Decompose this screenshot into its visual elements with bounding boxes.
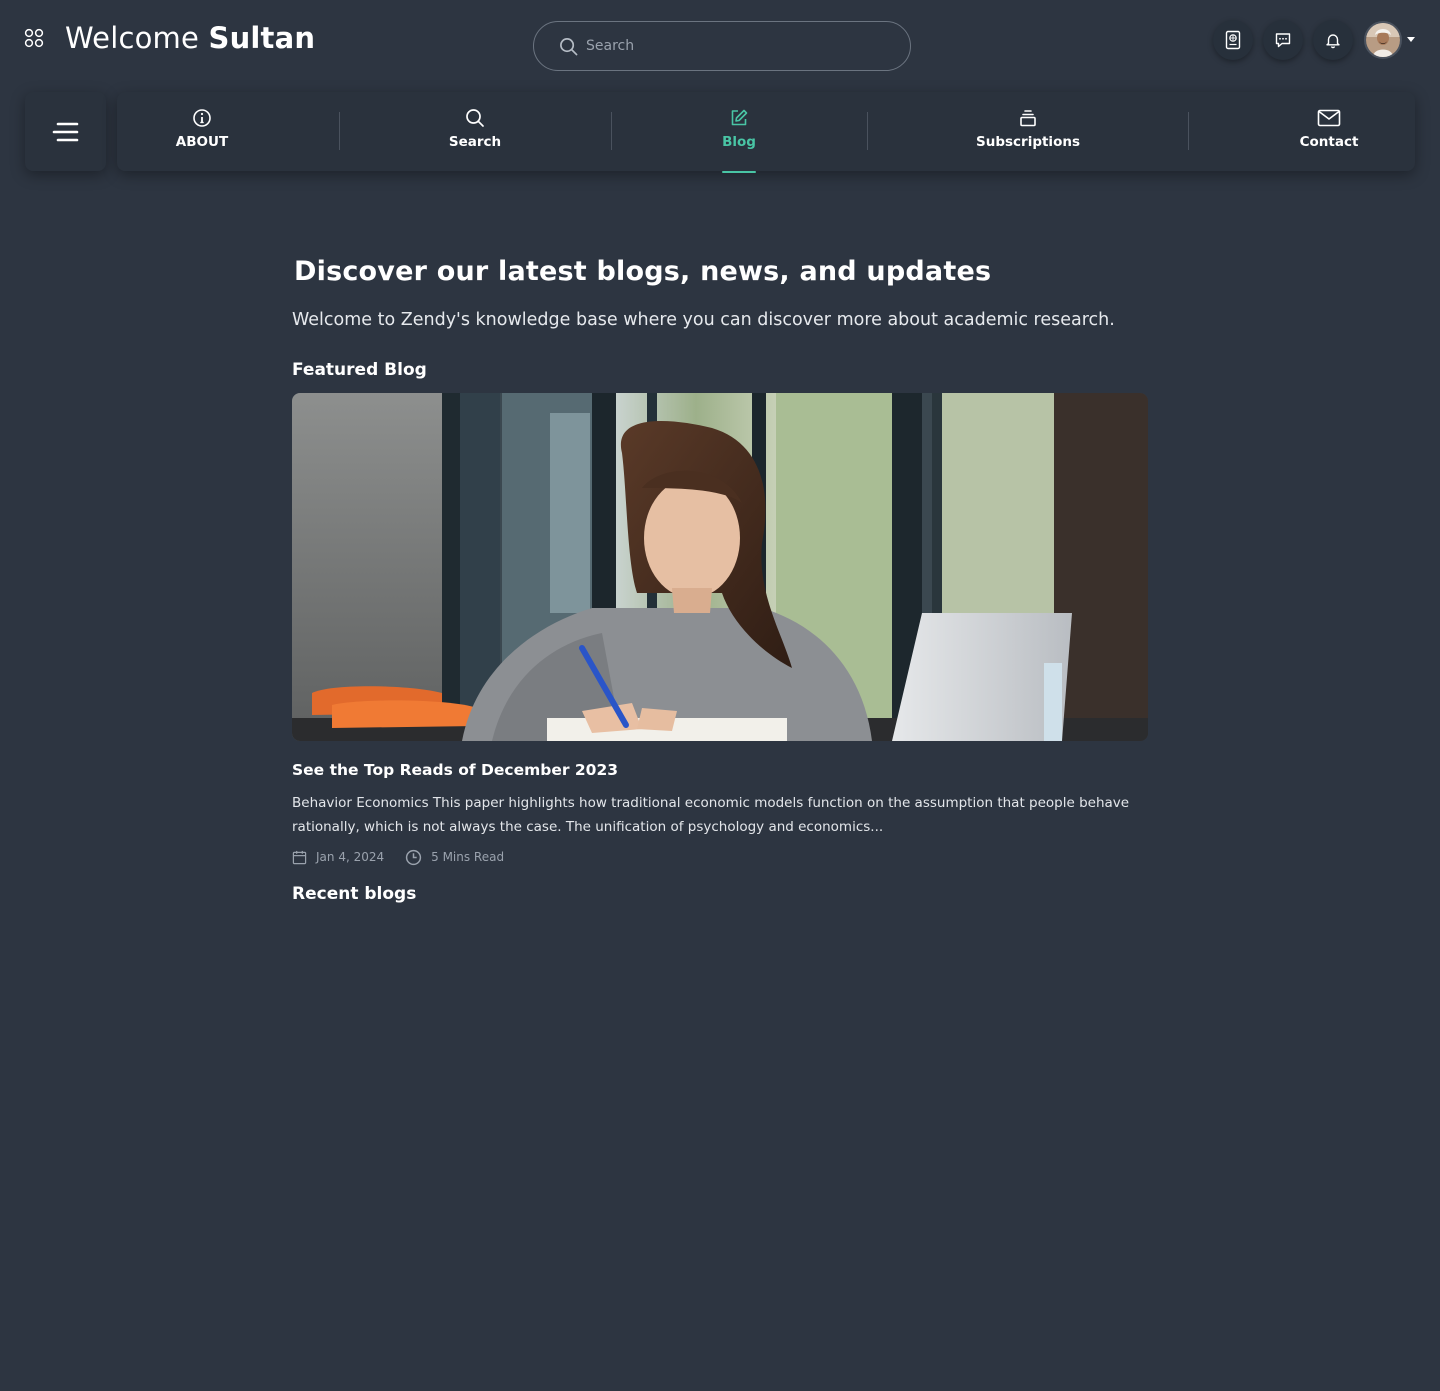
chat-icon — [1275, 33, 1291, 48]
nav-label-contact: Contact — [1299, 134, 1359, 150]
page-title: Discover our latest blogs, news, and upd… — [294, 256, 992, 287]
nav-item-subscriptions[interactable]: Subscriptions — [973, 92, 1083, 171]
nav-divider — [1188, 112, 1189, 150]
search-icon — [560, 38, 578, 56]
welcome-title: Welcome Sultan — [65, 18, 315, 58]
active-tab-indicator — [722, 171, 756, 173]
read-time: 5 Mins Read — [431, 850, 505, 864]
nav-label-about: ABOUT — [175, 134, 229, 150]
nav-item-contact[interactable]: Contact — [1289, 92, 1369, 171]
nav-item-about[interactable]: ABOUT — [162, 92, 242, 171]
nav-divider — [611, 112, 612, 150]
top-bar: Welcome Sultan — [0, 0, 1440, 90]
nav-divider — [339, 112, 340, 150]
search-icon — [466, 109, 484, 127]
avatar[interactable] — [1364, 21, 1402, 59]
user-avatar-image — [1366, 23, 1400, 57]
post-date: Jan 4, 2024 — [316, 850, 385, 864]
featured-blog-image[interactable] — [292, 393, 1148, 741]
notifications-button[interactable] — [1313, 20, 1353, 60]
featured-blog-title[interactable]: See the Top Reads of December 2023 — [292, 761, 618, 779]
nav-label-blog: Blog — [722, 134, 756, 150]
welcome-prefix: Welcome — [65, 21, 200, 55]
student-writing-photo — [292, 393, 1148, 741]
page-subtitle: Welcome to Zendy's knowledge base where … — [292, 310, 1115, 330]
account-menu-caret[interactable] — [1407, 37, 1415, 42]
calendar-icon — [292, 850, 307, 864]
nav-label-search: Search — [448, 134, 502, 150]
mail-icon — [1317, 109, 1341, 127]
nav-label-subscriptions: Subscriptions — [976, 134, 1080, 150]
recent-blogs-heading: Recent blogs — [292, 884, 417, 904]
nav-divider — [867, 112, 868, 150]
clock-icon — [405, 849, 422, 865]
bell-icon — [1326, 34, 1340, 49]
passport-button[interactable] — [1213, 20, 1253, 60]
user-name: Sultan — [208, 21, 316, 55]
search-input[interactable] — [586, 22, 896, 70]
featured-blog-heading: Featured Blog — [292, 360, 427, 380]
info-icon — [193, 109, 211, 127]
hamburger-menu-button[interactable] — [25, 92, 106, 171]
global-search[interactable] — [533, 21, 911, 71]
edit-icon — [731, 109, 748, 126]
featured-blog-excerpt: Behavior Economics This paper highlights… — [292, 795, 1130, 835]
nav-item-blog[interactable]: Blog — [699, 92, 779, 173]
featured-blog-meta: Jan 4, 2024 5 Mins Read — [292, 848, 504, 866]
passport-icon — [1225, 30, 1241, 50]
apps-grid-icon[interactable] — [24, 28, 44, 48]
hamburger-icon — [52, 122, 78, 141]
chat-button[interactable] — [1263, 20, 1303, 60]
layers-icon — [1020, 110, 1036, 127]
nav-item-search[interactable]: Search — [435, 92, 515, 171]
main-nav: ABOUT Search Blog Subscriptions Contact — [117, 92, 1415, 173]
